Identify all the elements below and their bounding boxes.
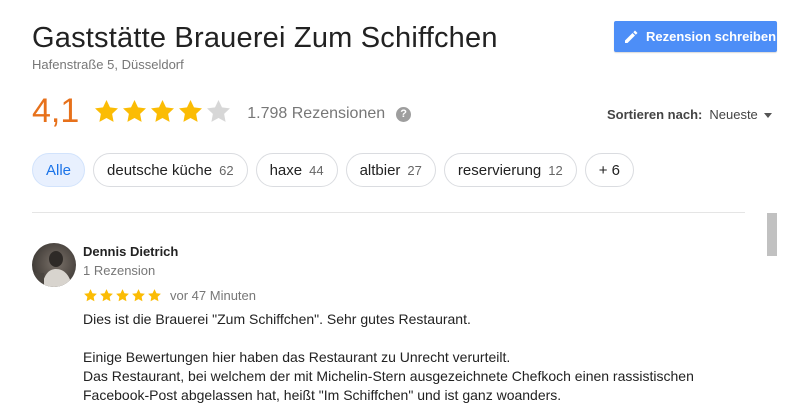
rating-stars: [93, 98, 232, 125]
pencil-icon: [625, 30, 638, 43]
review-count[interactable]: 1.798 Rezensionen: [247, 105, 385, 123]
chip-label: Alle: [46, 161, 72, 179]
chip-count: 44: [309, 162, 324, 178]
review-text: Dies ist die Brauerei "Zum Schiffchen". …: [83, 310, 743, 405]
star-icon: [123, 99, 147, 122]
divider: [32, 212, 745, 213]
chip-deutsche-kueche[interactable]: deutsche küche 62: [93, 153, 248, 187]
write-review-label: Rezension schreiben: [646, 29, 777, 44]
topic-filter-chips: Alle deutsche küche 62 haxe 44 altbier 27 r…: [32, 153, 635, 187]
chip-count: 62: [219, 162, 234, 178]
chip-label: haxe: [269, 161, 303, 179]
rating-value: 4,1: [32, 91, 80, 130]
chip-label: reservierung: [457, 161, 542, 179]
place-address: Hafenstraße 5, Düsseldorf: [32, 57, 184, 72]
star-icon: [84, 289, 97, 302]
rating-summary: 4,1 1.798 Rezensionen ?: [32, 91, 412, 131]
chip-more[interactable]: + 6: [584, 153, 635, 187]
star-icon: [132, 289, 145, 302]
chip-label: altbier: [359, 161, 401, 179]
sort-label: Sortieren nach:: [607, 107, 703, 122]
review-rating: vor 47 Minuten: [83, 288, 256, 303]
review-time: vor 47 Minuten: [170, 288, 256, 303]
chip-reservierung[interactable]: reservierung 12: [443, 153, 577, 187]
chip-altbier[interactable]: altbier 27: [345, 153, 436, 187]
write-review-button[interactable]: Rezension schreiben: [614, 21, 777, 52]
star-icon: [151, 99, 175, 122]
chevron-down-icon[interactable]: [763, 113, 772, 118]
avatar-photo: [32, 251, 72, 287]
chip-label: + 6: [598, 161, 621, 179]
star-icon: [116, 289, 129, 302]
chip-count: 27: [407, 162, 422, 178]
chip-all[interactable]: Alle: [32, 153, 86, 187]
star-icon: [148, 289, 161, 302]
review-paragraph: Dies ist die Brauerei "Zum Schiffchen". …: [83, 311, 471, 327]
sort-dropdown[interactable]: Sortieren nach: Neueste: [607, 107, 772, 122]
star-icon: [207, 99, 231, 122]
star-icon: [95, 99, 119, 122]
chip-haxe[interactable]: haxe 44: [255, 153, 338, 187]
place-title: Gaststätte Brauerei Zum Schiffchen: [32, 22, 498, 54]
avatar[interactable]: [32, 243, 76, 287]
sort-value[interactable]: Neueste: [709, 107, 757, 122]
help-icon[interactable]: ?: [396, 106, 412, 122]
reviewer-review-count: 1 Rezension: [83, 263, 156, 278]
chip-count: 12: [548, 162, 563, 178]
reviewer-name[interactable]: Dennis Dietrich: [83, 244, 178, 259]
review-paragraph: Einige Bewertungen hier haben das Restau…: [83, 349, 694, 403]
review-stars: [83, 288, 162, 303]
chip-label: deutsche küche: [107, 161, 213, 179]
star-icon: [100, 289, 113, 302]
star-icon: [179, 99, 203, 122]
scrollbar-thumb[interactable]: [767, 213, 777, 256]
